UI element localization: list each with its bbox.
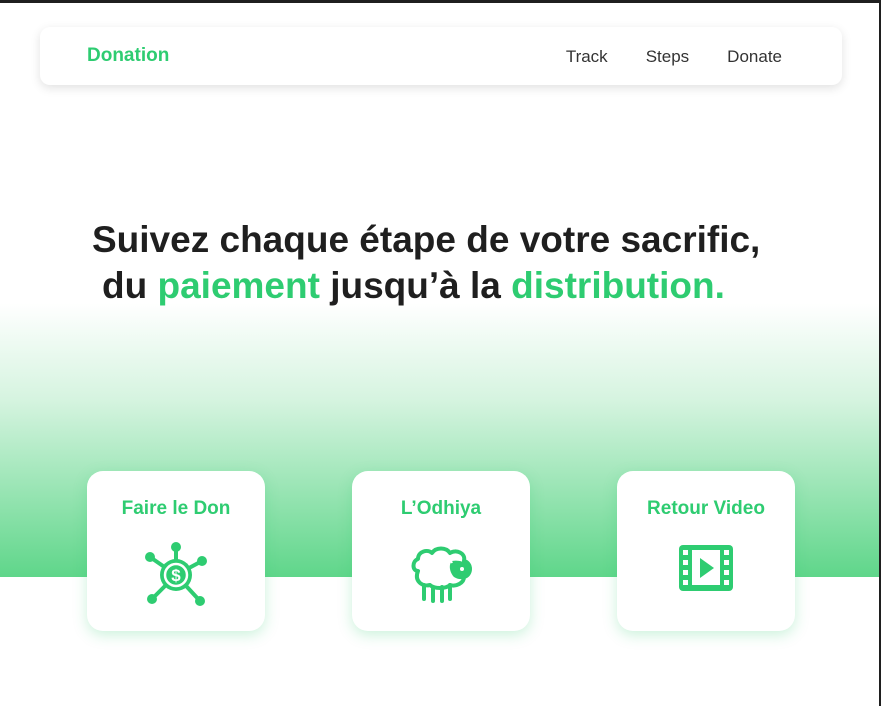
brand-logo-text[interactable]: Donation bbox=[87, 45, 169, 67]
donation-network-icon: $ bbox=[142, 541, 210, 614]
hero-line-2: du paiement jusqu’à la distribution. bbox=[102, 263, 725, 309]
nav-links: Track Steps Donate bbox=[566, 47, 782, 67]
card-title: Faire le Don bbox=[121, 498, 231, 519]
hero-accent-paiement: paiement bbox=[157, 265, 320, 306]
top-navbar: Donation Track Steps Donate bbox=[40, 27, 842, 85]
card-retour-video[interactable]: Retour Video bbox=[617, 471, 795, 631]
page-frame: Donation Track Steps Donate Suivez chaqu… bbox=[0, 0, 881, 706]
card-faire-le-don[interactable]: Faire le Don $ bbox=[87, 471, 265, 631]
card-title: Retour Video bbox=[647, 498, 765, 519]
card-odhiya[interactable]: L’Odhiya bbox=[352, 471, 530, 631]
card-title: L’Odhiya bbox=[400, 498, 482, 519]
video-film-icon bbox=[675, 541, 737, 600]
nav-link-donate[interactable]: Donate bbox=[727, 47, 782, 67]
hero-text-du: du bbox=[102, 265, 148, 306]
hero-accent-distribution: distribution. bbox=[511, 265, 725, 306]
hero-line-1: Suivez chaque étape de votre sacrific, bbox=[92, 219, 761, 260]
sheep-icon bbox=[406, 541, 476, 610]
nav-link-steps[interactable]: Steps bbox=[646, 47, 689, 67]
svg-text:$: $ bbox=[171, 566, 181, 585]
hero-text-middle: jusqu’à la bbox=[330, 265, 501, 306]
nav-link-track[interactable]: Track bbox=[566, 47, 608, 67]
